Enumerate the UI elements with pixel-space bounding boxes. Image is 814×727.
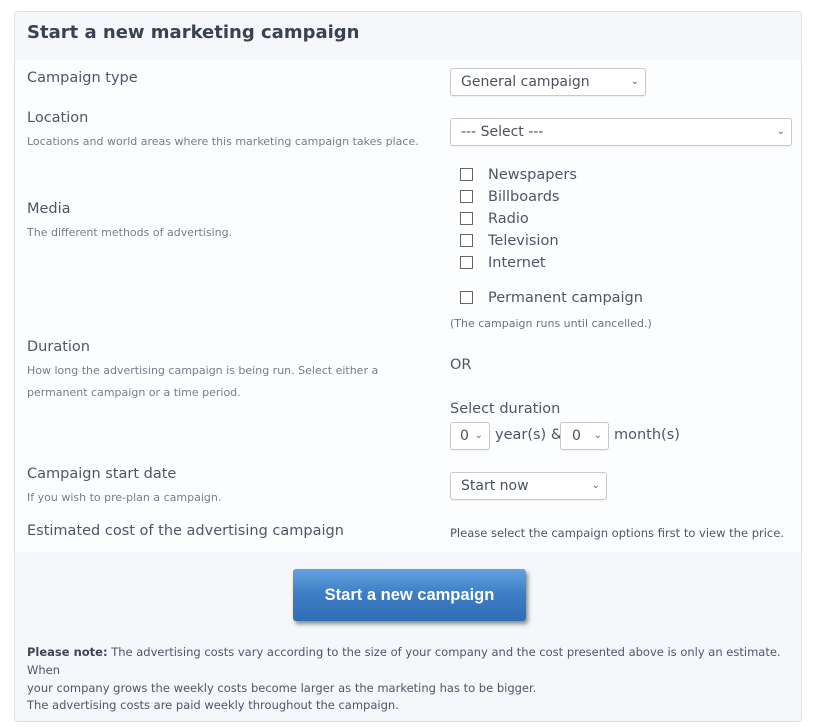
chevron-down-icon: ⌄ xyxy=(593,430,602,441)
cost-note: Please note: The advertising costs vary … xyxy=(27,643,797,697)
billboards-label: Billboards xyxy=(488,189,560,205)
start-date-value: Start now xyxy=(461,478,529,494)
location-description: Locations and world areas where this mar… xyxy=(27,135,419,148)
location-select[interactable]: --- Select --- ⌄ xyxy=(450,118,792,146)
duration-description-line2: permanent campaign or a time period. xyxy=(27,386,241,399)
panel-title: Start a new marketing campaign xyxy=(27,22,360,43)
chevron-down-icon: ⌄ xyxy=(630,76,639,87)
location-value: --- Select --- xyxy=(461,124,544,140)
newspapers-checkbox[interactable] xyxy=(460,168,473,181)
or-text: OR xyxy=(450,357,472,373)
start-date-label: Campaign start date xyxy=(27,466,177,482)
radio-label: Radio xyxy=(488,211,529,227)
internet-label: Internet xyxy=(488,255,546,271)
estimated-cost-value: Please select the campaign options first… xyxy=(450,526,784,540)
permanent-campaign-note: (The campaign runs until cancelled.) xyxy=(450,317,652,330)
radio-checkbox[interactable] xyxy=(460,212,473,225)
months-unit-label: month(s) xyxy=(614,427,680,443)
permanent-campaign-label: Permanent campaign xyxy=(488,290,643,306)
months-value: 0 xyxy=(572,428,581,444)
years-value: 0 xyxy=(460,428,469,444)
start-date-select[interactable]: Start now ⌄ xyxy=(450,472,607,500)
start-campaign-button[interactable]: Start a new campaign xyxy=(293,569,526,621)
television-checkbox[interactable] xyxy=(460,234,473,247)
chevron-down-icon: ⌄ xyxy=(591,480,600,491)
campaign-type-value: General campaign xyxy=(461,74,590,90)
newspapers-label: Newspapers xyxy=(488,167,577,183)
permanent-campaign-checkbox[interactable] xyxy=(460,291,473,304)
duration-label: Duration xyxy=(27,339,90,355)
internet-checkbox[interactable] xyxy=(460,256,473,269)
payment-note: The advertising costs are paid weekly th… xyxy=(27,698,399,712)
chevron-down-icon: ⌄ xyxy=(474,430,483,441)
note-line2: your company grows the weekly costs beco… xyxy=(27,681,537,695)
months-select[interactable]: 0 ⌄ xyxy=(560,422,609,450)
location-label: Location xyxy=(27,110,89,126)
duration-description-line1: How long the advertising campaign is bei… xyxy=(27,364,379,377)
television-label: Television xyxy=(488,233,559,249)
estimated-cost-label: Estimated cost of the advertising campai… xyxy=(27,523,344,539)
start-date-description: If you wish to pre-plan a campaign. xyxy=(27,491,222,504)
note-line1: The advertising costs vary according to … xyxy=(27,645,781,677)
years-unit-label: year(s) & xyxy=(495,427,563,443)
campaign-type-label: Campaign type xyxy=(27,70,138,86)
years-select[interactable]: 0 ⌄ xyxy=(450,422,490,450)
panel-header: Start a new marketing campaign xyxy=(15,12,801,60)
chevron-down-icon: ⌄ xyxy=(776,126,785,137)
campaign-panel: Start a new marketing campaign Campaign … xyxy=(14,11,802,722)
media-description: The different methods of advertising. xyxy=(27,226,233,239)
select-duration-label: Select duration xyxy=(450,401,561,417)
media-label: Media xyxy=(27,201,71,217)
billboards-checkbox[interactable] xyxy=(460,190,473,203)
note-prefix: Please note: xyxy=(27,645,108,659)
campaign-type-select[interactable]: General campaign ⌄ xyxy=(450,68,646,96)
panel-footer: Start a new campaign Please note: The ad… xyxy=(15,552,801,721)
